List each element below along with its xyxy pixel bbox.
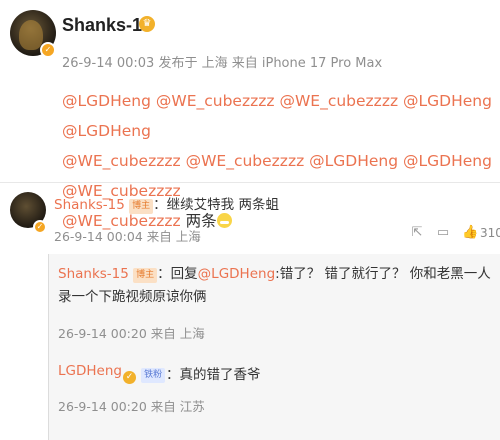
reply-2-badges: ✓ 铁粉 [123, 363, 166, 384]
verified-icon: ✓ [33, 220, 47, 234]
divider [0, 182, 500, 183]
like-icon[interactable]: 👍 [462, 226, 478, 240]
post-meta: 26-9-14 00:03 发布于 上海 来自 iPhone 17 Pro Ma… [62, 56, 383, 71]
mention-link[interactable]: @LGDHeng [198, 266, 275, 282]
verified-icon: ✓ [123, 371, 136, 384]
comment-text: ：继续艾特我 两条蛆 [153, 197, 279, 213]
post-line-1: @LGDHeng @WE_cubezzzz @WE_cubezzzz @LGDH… [62, 86, 492, 146]
comment-meta: 26-9-14 00:04 来自 上海 [54, 229, 201, 244]
mention-link[interactable]: @LGDHeng [403, 92, 492, 110]
share-icon[interactable]: ⇱ [410, 226, 424, 240]
reply-thread-line [48, 254, 49, 440]
mention-link[interactable]: @WE_cubezzzz [156, 92, 275, 110]
comment: Shanks-15 博主 ：继续艾特我 两条蛆 [54, 193, 279, 214]
mention-link[interactable]: @LGDHeng [309, 152, 398, 170]
comment-author[interactable]: Shanks-15 [54, 197, 125, 213]
blogger-tag: 博主 [129, 199, 154, 214]
reply-1-meta: 26-9-14 00:20 来自 上海 [58, 326, 205, 341]
comment-actions: ⇱ ▭ 👍 310 [410, 226, 500, 242]
comment-icon[interactable]: ▭ [436, 226, 450, 240]
reply-2-author[interactable]: LGDHeng [58, 363, 122, 379]
mention-link[interactable]: @LGDHeng [62, 92, 151, 110]
mention-link[interactable]: @WE_cubezzzz [62, 152, 181, 170]
reply-2-text: ：真的错了香爷 [166, 367, 261, 383]
verified-icon: ✓ [40, 42, 56, 58]
grin-emoji-icon [216, 213, 232, 228]
fan-tag: 铁粉 [141, 368, 166, 383]
reply-1: Shanks-15 博主 ：回复@LGDHeng:错了？ 错了就行了？ 你和老黑一… [58, 263, 498, 309]
like-count: 310 [480, 226, 500, 240]
mention-link[interactable]: @WE_cubezzzz [279, 92, 398, 110]
mention-link[interactable]: @LGDHeng [62, 122, 151, 140]
blogger-tag: 博主 [133, 268, 158, 283]
reply-2-meta: 26-9-14 00:20 来自 江苏 [58, 399, 205, 414]
reply-1-author[interactable]: Shanks-15 [58, 266, 129, 282]
crown-badge-icon: ♛ [139, 16, 155, 32]
mention-link[interactable]: @WE_cubezzzz [186, 152, 305, 170]
mention-link[interactable]: @LGDHeng [403, 152, 492, 170]
reply-1-prefix: ：回复 [157, 266, 198, 282]
